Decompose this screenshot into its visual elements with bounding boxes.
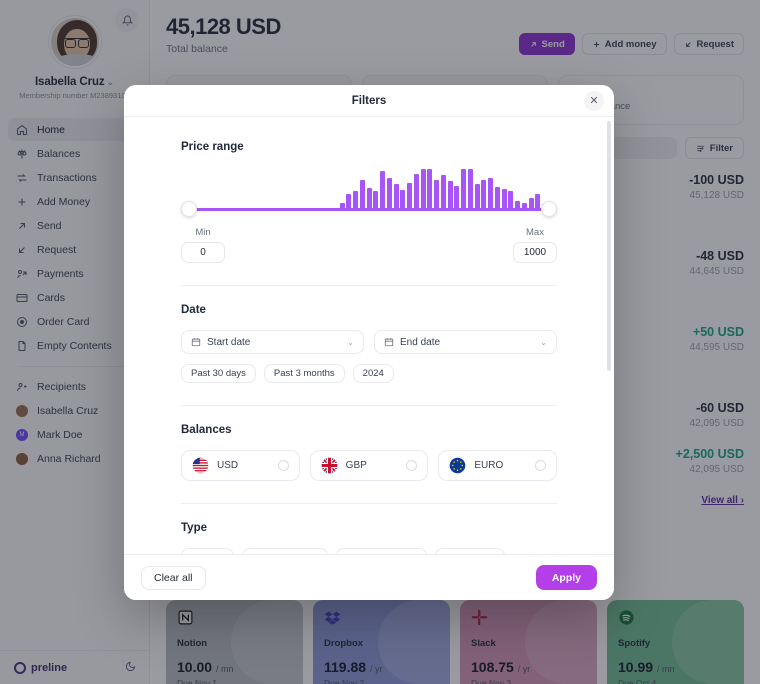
histogram-bar: [359, 179, 365, 209]
balance-option-usd[interactable]: USD: [181, 450, 300, 481]
modal-scroll-area: Price range Min 0 Max 1000 Date Start da…: [124, 117, 614, 554]
balance-option-label: EURO: [474, 460, 504, 471]
max-price-group: Max 1000: [513, 227, 557, 263]
flag-gb: [321, 457, 338, 474]
histogram-bar: [454, 185, 460, 209]
histogram-bar: [353, 190, 359, 209]
histogram-bar: [481, 179, 487, 209]
histogram-bar: [380, 170, 386, 209]
close-icon[interactable]: ✕: [584, 91, 604, 111]
filters-modal: Filters ✕ Price range Min 0 Max 1000 Dat…: [124, 85, 614, 600]
modal-scrollbar[interactable]: [607, 121, 611, 371]
histogram-bar: [447, 181, 453, 209]
slider-track: [189, 208, 549, 211]
histogram-bar: [501, 189, 507, 209]
apply-button[interactable]: Apply: [535, 565, 597, 590]
chip-cash-withdrawal[interactable]: Cash withdrawal: [242, 548, 329, 554]
chip-direct-debits[interactable]: Direct debits: [434, 548, 505, 554]
end-date-label: End date: [400, 336, 441, 348]
balances-title: Balances: [181, 424, 232, 436]
histogram-bar: [366, 188, 372, 209]
chip-transfer[interactable]: Transfer: [181, 548, 235, 554]
price-inputs: Min 0 Max 1000: [181, 227, 557, 263]
min-label: Min: [195, 227, 211, 238]
histogram-bar: [346, 193, 352, 209]
histogram-bar: [434, 179, 440, 209]
histogram-bar: [393, 184, 399, 209]
end-date-select[interactable]: End date ⌄: [374, 330, 557, 354]
histogram-bar: [494, 187, 500, 209]
start-date-label: Start date: [207, 336, 251, 348]
balance-option-gbp[interactable]: GBP: [309, 450, 429, 481]
histogram-bar: [407, 182, 413, 209]
flag-us: [192, 457, 209, 474]
modal-body: Price range Min 0 Max 1000 Date Start da…: [124, 117, 614, 554]
max-price-input[interactable]: 1000: [513, 242, 557, 263]
histogram-bar: [474, 183, 480, 209]
min-price-input[interactable]: 0: [181, 242, 225, 263]
page-title: Filters: [351, 94, 387, 107]
price-range-slider[interactable]: [181, 167, 557, 219]
price-range-title: Price range: [181, 141, 244, 153]
histogram-bar: [386, 178, 392, 209]
chip-2024[interactable]: 2024: [352, 364, 394, 383]
histogram-bar: [467, 169, 473, 209]
type-title: Type: [181, 522, 207, 534]
histogram-bar: [508, 190, 514, 209]
price-histogram: [181, 165, 557, 209]
radio-euro[interactable]: [535, 460, 547, 471]
histogram-bar: [427, 169, 433, 209]
date-quick-chips: Past 30 days Past 3 months 2024: [181, 364, 557, 383]
min-price-group: Min 0: [181, 227, 225, 263]
histogram-bar: [420, 169, 426, 209]
chevron-down-icon: ⌄: [347, 337, 354, 347]
flag-eu: [449, 457, 466, 474]
modal-header: Filters ✕: [124, 85, 614, 117]
slider-handle-min[interactable]: [181, 201, 197, 217]
modal-footer: Clear all Apply: [124, 554, 614, 600]
histogram-bar: [413, 174, 419, 209]
type-options: Transfer Cash withdrawal Card transactio…: [181, 548, 557, 554]
histogram-bar: [400, 189, 406, 209]
histogram-bar: [535, 193, 541, 209]
radio-gbp[interactable]: [406, 460, 418, 471]
max-label: Max: [526, 227, 544, 238]
histogram-bar: [461, 169, 467, 209]
chip-card-transactions[interactable]: Card transactions: [336, 548, 427, 554]
balance-option-label: GBP: [345, 460, 367, 471]
balance-option-euro[interactable]: EURO: [438, 450, 558, 481]
histogram-bar: [488, 178, 494, 209]
radio-usd[interactable]: [277, 460, 289, 471]
slider-handle-max[interactable]: [541, 201, 557, 217]
start-date-select[interactable]: Start date ⌄: [181, 330, 364, 354]
calendar-icon: [384, 338, 394, 347]
clear-all-button[interactable]: Clear all: [141, 565, 206, 590]
histogram-bar: [373, 191, 379, 209]
balance-options: USD GBP EURO: [181, 450, 558, 481]
chevron-down-icon: ⌄: [540, 337, 547, 347]
date-selects: Start date ⌄ End date ⌄: [181, 330, 557, 354]
chip-past-30-days[interactable]: Past 30 days: [181, 364, 256, 383]
histogram-bar: [440, 175, 446, 209]
app-root: Isabella Cruz ⌄ Membership number M238931…: [0, 0, 760, 684]
chip-past-3-months[interactable]: Past 3 months: [263, 364, 345, 383]
balance-option-label: USD: [217, 460, 239, 471]
calendar-icon: [191, 338, 201, 347]
date-title: Date: [181, 304, 206, 316]
